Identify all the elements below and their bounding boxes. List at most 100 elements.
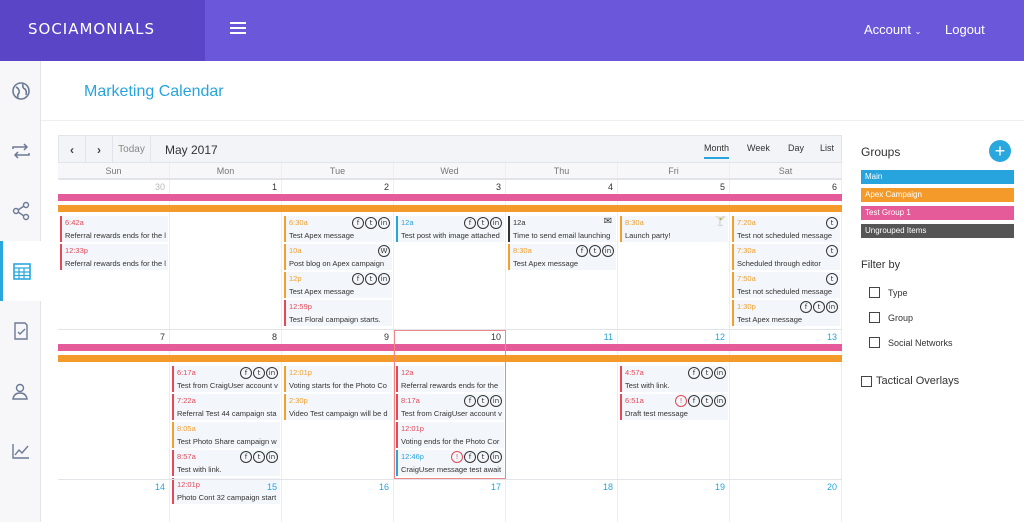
linkedin-icon: in <box>266 367 278 379</box>
event-network-icons: f t in <box>576 245 614 257</box>
calendar-event[interactable]: 6:30a Test Apex message f t in <box>284 216 392 242</box>
day-cell[interactable]: 11 <box>506 330 618 479</box>
sidebar-item-repeat[interactable] <box>0 121 41 181</box>
event-title: Test not scheduled message <box>737 287 833 296</box>
view-list-tab[interactable]: List <box>820 143 834 153</box>
twitter-icon: t <box>826 217 838 229</box>
linkedin-icon: in <box>714 395 726 407</box>
group-band-pink[interactable] <box>58 194 842 201</box>
calendar-event[interactable]: 6:42a Referral rewards ends for the l <box>60 216 168 242</box>
filter-option[interactable]: Group <box>869 312 913 323</box>
twitter-icon: t <box>701 367 713 379</box>
day-cell[interactable]: 18 <box>506 480 618 522</box>
sidebar-item-users[interactable] <box>0 361 41 421</box>
calendar-event[interactable]: 8:05a Test Photo Share campaign w <box>172 422 280 448</box>
event-title: Test post with image attached <box>401 231 500 240</box>
twitter-icon: t <box>253 451 265 463</box>
day-cell[interactable]: 16 <box>282 480 394 522</box>
view-week-tab[interactable]: Week <box>747 143 770 153</box>
repeat-icon <box>11 143 30 159</box>
calendar-event[interactable]: 7:22a Referral Test 44 campaign sta <box>172 394 280 420</box>
filter-checkbox[interactable] <box>869 287 880 298</box>
next-month-button[interactable]: › <box>86 136 113 163</box>
event-time: 6:42a <box>65 218 84 227</box>
day-cell[interactable]: 5 <box>618 180 730 329</box>
event-time: 6:51a <box>625 396 644 405</box>
view-day-tab[interactable]: Day <box>788 143 804 153</box>
weekday-label: Sun <box>58 163 170 178</box>
sidebar-item-share[interactable] <box>0 181 41 241</box>
calendar-event[interactable]: 12a Referral rewards ends for the <box>396 366 504 392</box>
event-network-icons: f t in <box>240 367 278 379</box>
day-cell[interactable]: 17 <box>394 480 506 522</box>
account-menu[interactable]: Account ⌄ <box>864 22 921 37</box>
linkedin-icon: in <box>714 367 726 379</box>
calendar-toolbar: ‹ › Today May 2017 Month Week Day List <box>58 135 842 163</box>
sidebar-item-globe[interactable] <box>0 61 41 121</box>
event-time: 7:50a <box>737 274 756 283</box>
today-button[interactable]: Today <box>113 136 151 163</box>
group-item[interactable]: Main <box>861 170 1014 184</box>
group-item[interactable]: Apex Campaign <box>861 188 1014 202</box>
calendar-event[interactable]: 8:57a Test with link. f t in <box>172 450 280 476</box>
day-cell[interactable]: 13 <box>730 330 842 479</box>
day-cell[interactable]: 20 <box>730 480 842 522</box>
groups-title: Groups <box>861 145 901 159</box>
prev-month-button[interactable]: ‹ <box>59 136 86 163</box>
tactical-overlays-checkbox[interactable] <box>861 375 872 387</box>
calendar-event[interactable]: 4:57a Test with link. f t in <box>620 366 728 392</box>
add-group-button[interactable]: + <box>989 140 1011 162</box>
event-title: Test from CraigUser account v <box>177 381 278 390</box>
calendar-event[interactable]: 12:01p Voting starts for the Photo Co <box>284 366 392 392</box>
filter-checkbox[interactable] <box>869 312 880 323</box>
calendar-event[interactable]: 10a Post blog on Apex campaign W <box>284 244 392 270</box>
calendar-event[interactable]: 12:33p Referral rewards ends for the l <box>60 244 168 270</box>
calendar-event[interactable]: 12a Time to send email launching ✉ <box>508 216 616 242</box>
sidebar-item-analytics[interactable] <box>0 421 41 481</box>
event-time: 6:17a <box>177 368 196 377</box>
chevron-down-icon: ⌄ <box>914 27 922 36</box>
day-cell[interactable]: 7 <box>58 330 170 479</box>
calendar-event[interactable]: 6:17a Test from CraigUser account v f t in <box>172 366 280 392</box>
twitter-icon: t <box>813 301 825 313</box>
calendar-event[interactable]: 12p Test Apex message f t in <box>284 272 392 298</box>
calendar-event[interactable]: 8:17a Test from CraigUser account v f t in <box>396 394 504 420</box>
group-band-orange[interactable] <box>58 205 842 212</box>
logout-link[interactable]: Logout <box>945 22 985 37</box>
calendar-event[interactable]: 1:30p Test Apex message f t in <box>732 300 840 326</box>
calendar-event[interactable]: 12:59p Test Floral campaign starts. <box>284 300 392 326</box>
calendar-event[interactable]: 8:30a Launch party! 🍸 <box>620 216 728 242</box>
view-month-tab[interactable]: Month <box>704 143 730 159</box>
day-number: 16 <box>378 482 389 492</box>
sidebar-item-documents[interactable] <box>0 301 41 361</box>
calendar-event[interactable]: 8:30a Test Apex message f t in <box>508 244 616 270</box>
calendar-event[interactable]: 6:51a Draft test message! f t in <box>620 394 728 420</box>
calendar-event[interactable]: 12:01p Voting ends for the Photo Cor <box>396 422 504 448</box>
group-item[interactable]: Ungrouped Items <box>861 224 1014 238</box>
logo[interactable]: SOCIAMONIALS <box>28 20 155 38</box>
day-cell[interactable]: 14 <box>58 480 170 522</box>
calendar-event[interactable]: 12a Test post with image attached f t in <box>396 216 504 242</box>
filter-option[interactable]: Social Networks <box>869 337 953 348</box>
event-time: 7:30a <box>737 246 756 255</box>
filter-checkbox[interactable] <box>869 337 880 348</box>
day-cell[interactable]: 19 <box>618 480 730 522</box>
sidebar-item-calendar[interactable] <box>0 241 41 301</box>
calendar-event[interactable]: 2:30p Video Test campaign will be d <box>284 394 392 420</box>
event-title: Launch party! <box>625 231 671 240</box>
calendar-event[interactable]: 7:20a Test not scheduled message t <box>732 216 840 242</box>
day-cell[interactable]: 3 <box>394 180 506 329</box>
day-cell[interactable]: 1 <box>170 180 282 329</box>
tactical-overlays-toggle[interactable]: Tactical Overlays <box>861 375 959 387</box>
calendar-event[interactable]: 7:50a Test not scheduled message t <box>732 272 840 298</box>
calendar-event[interactable]: 12:46p CraigUser message test await! f t in <box>396 450 504 476</box>
hamburger-menu-icon[interactable] <box>230 22 246 36</box>
event-title: Test with link. <box>625 381 670 390</box>
event-time: 8:30a <box>625 218 644 227</box>
event-network-icons: f t in <box>464 217 502 229</box>
filter-option[interactable]: Type <box>869 287 908 298</box>
event-title: Test Photo Share campaign w <box>177 437 277 446</box>
group-item[interactable]: Test Group 1 <box>861 206 1014 220</box>
calendar-event[interactable]: 7:30a Scheduled through editor t <box>732 244 840 270</box>
day-cell[interactable]: 15 <box>170 480 282 522</box>
